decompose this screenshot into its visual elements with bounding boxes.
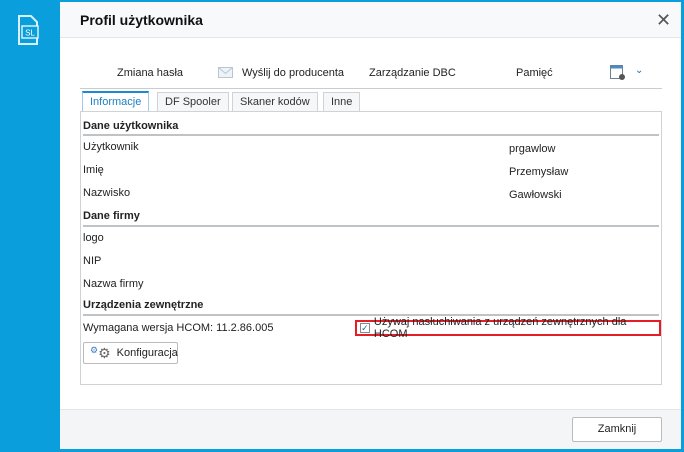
profile-dialog: Profil użytkownika ✕ Zmiana hasła Wyślij… (60, 2, 681, 449)
checkbox-checked-icon[interactable]: ✓ (360, 323, 370, 333)
hcom-version-text: Wymagana wersja HCOM: 11.2.86.005 (83, 322, 274, 334)
info-panel: Dane użytkownika Użytkownik prgawlow Imi… (80, 111, 662, 385)
logo-label: logo (83, 232, 104, 244)
memory-button[interactable]: Pamięć (516, 67, 553, 79)
toolbar-divider (80, 88, 662, 89)
app-logo-text: SL (25, 29, 35, 38)
change-password-button[interactable]: Zmiana hasła (117, 67, 183, 79)
tab-informacje[interactable]: Informacje (82, 91, 150, 113)
user-label: Użytkownik (83, 141, 139, 153)
first-name-label: Imię (83, 164, 104, 176)
app-logo-icon: SL (18, 15, 39, 45)
configuration-label: Konfiguracja (116, 347, 178, 359)
title-bar: Profil użytkownika ✕ (60, 2, 681, 38)
dialog-title: Profil użytkownika (80, 12, 203, 28)
tab-inne[interactable]: Inne (323, 92, 361, 112)
gears-icon: ⚙⚙ (90, 344, 111, 361)
user-section-title: Dane użytkownika (83, 120, 179, 132)
close-icon[interactable]: ✕ (656, 10, 671, 31)
section-divider (83, 225, 659, 227)
devices-section-title: Urządzenia zewnętrzne (83, 299, 204, 311)
section-divider (83, 134, 659, 136)
tab-df-spooler[interactable]: DF Spooler (157, 92, 229, 112)
window-settings-icon[interactable] (610, 65, 626, 81)
chevron-down-icon[interactable]: ⌄ (635, 65, 643, 76)
hcom-listening-label: Używaj nasłuchiwania z urządzeń zewnętrz… (373, 316, 627, 340)
envelope-icon (218, 67, 233, 78)
close-button[interactable]: Zamknij (572, 417, 662, 442)
send-to-producer-button[interactable]: Wyślij do producenta (242, 67, 344, 79)
last-name-label: Nazwisko (83, 187, 131, 199)
company-section-title: Dane firmy (83, 210, 140, 222)
dbc-management-button[interactable]: Zarządzanie DBC (369, 67, 456, 79)
first-name-value: Przemysław (509, 166, 569, 178)
tab-skaner-kodow[interactable]: Skaner kodów (232, 92, 318, 112)
nip-label: NIP (83, 255, 102, 267)
user-value: prgawlow (509, 143, 556, 155)
hcom-listening-checkbox[interactable]: ✓ Używaj nasłuchiwania z urządzeń zewnęt… (355, 316, 661, 340)
last-name-value: Gawłowski (509, 189, 562, 201)
company-name-label: Nazwa firmy (83, 278, 144, 290)
configuration-button[interactable]: ⚙⚙ Konfiguracja (83, 342, 178, 364)
